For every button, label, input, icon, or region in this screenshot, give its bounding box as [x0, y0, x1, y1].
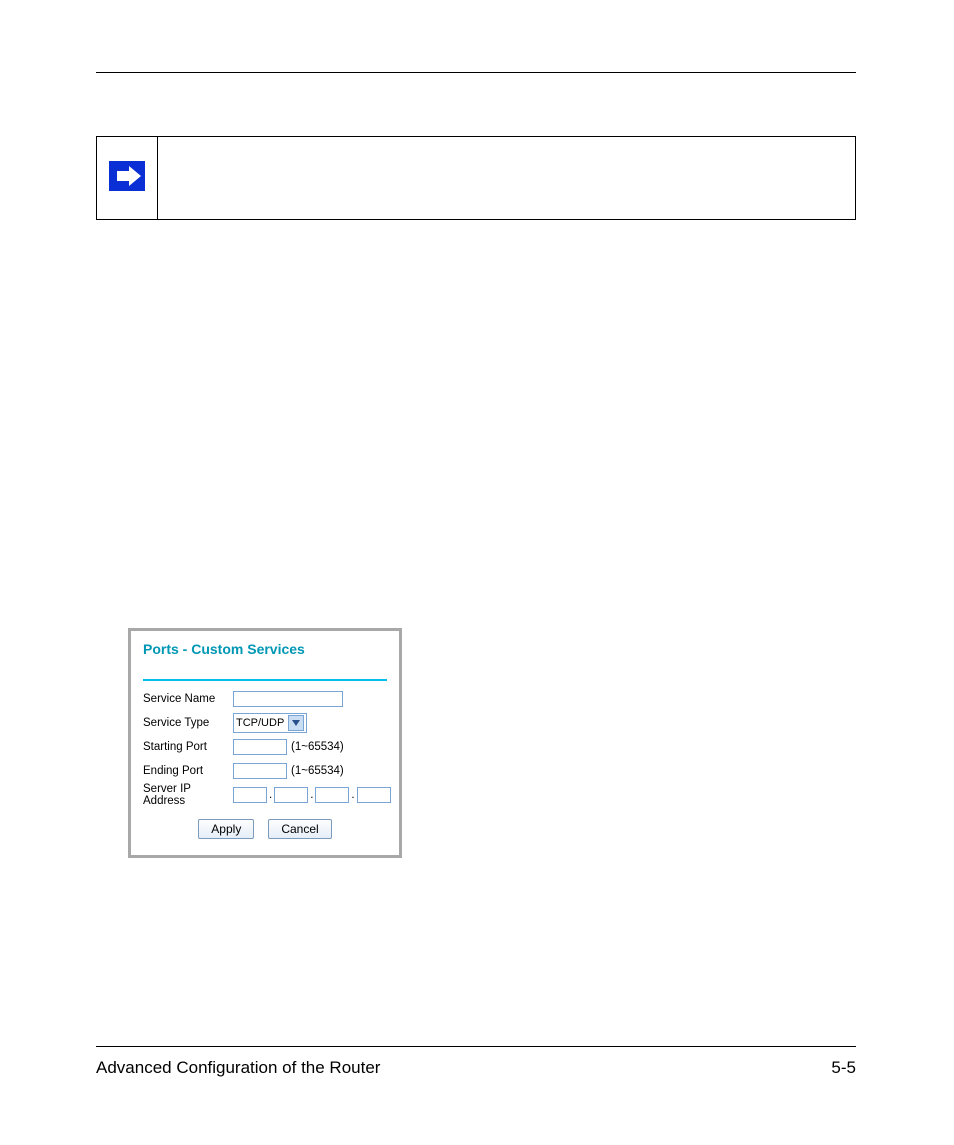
ending-port-input[interactable]: [233, 763, 287, 779]
ending-port-hint: (1~65534): [291, 765, 344, 777]
server-ip-oct2-input[interactable]: [274, 787, 308, 803]
starting-port-label: Starting Port: [143, 741, 233, 753]
starting-port-input[interactable]: [233, 739, 287, 755]
service-type-selected: TCP/UDP: [236, 717, 284, 729]
service-type-row: Service Type TCP/UDP: [143, 713, 387, 733]
server-ip-oct1-input[interactable]: [233, 787, 267, 803]
footer-rule: [96, 1046, 856, 1047]
starting-port-row: Starting Port (1~65534): [143, 737, 387, 757]
ip-dot: .: [267, 789, 274, 801]
ending-port-row: Ending Port (1~65534): [143, 761, 387, 781]
server-ip-label: Server IP Address: [143, 783, 233, 807]
ip-dot: .: [308, 789, 315, 801]
starting-port-hint: (1~65534): [291, 741, 344, 753]
ip-dot: .: [349, 789, 356, 801]
header-rule: [96, 72, 856, 73]
apply-button[interactable]: Apply: [198, 819, 254, 839]
note-box: [96, 136, 856, 220]
ending-port-label: Ending Port: [143, 765, 233, 777]
dialog-button-row: Apply Cancel: [143, 819, 387, 839]
service-name-input[interactable]: [233, 691, 343, 707]
arrow-right-icon: [109, 161, 145, 196]
server-ip-oct4-input[interactable]: [357, 787, 391, 803]
ports-custom-services-dialog: Ports - Custom Services Service Name Ser…: [128, 628, 402, 858]
footer-left: Advanced Configuration of the Router: [96, 1058, 380, 1078]
note-content: [158, 137, 855, 219]
footer-right: 5-5: [831, 1058, 856, 1078]
cancel-button[interactable]: Cancel: [268, 819, 331, 839]
dialog-divider: [143, 679, 387, 681]
dialog-title: Ports - Custom Services: [143, 641, 387, 657]
service-type-select[interactable]: TCP/UDP: [233, 713, 307, 733]
service-name-row: Service Name: [143, 689, 387, 709]
server-ip-oct3-input[interactable]: [315, 787, 349, 803]
service-type-label: Service Type: [143, 717, 233, 729]
server-ip-row: Server IP Address . . .: [143, 785, 387, 805]
service-name-label: Service Name: [143, 693, 233, 705]
page-footer: Advanced Configuration of the Router 5-5: [96, 1058, 856, 1078]
chevron-down-icon: [288, 715, 304, 731]
note-icon-cell: [97, 137, 158, 219]
